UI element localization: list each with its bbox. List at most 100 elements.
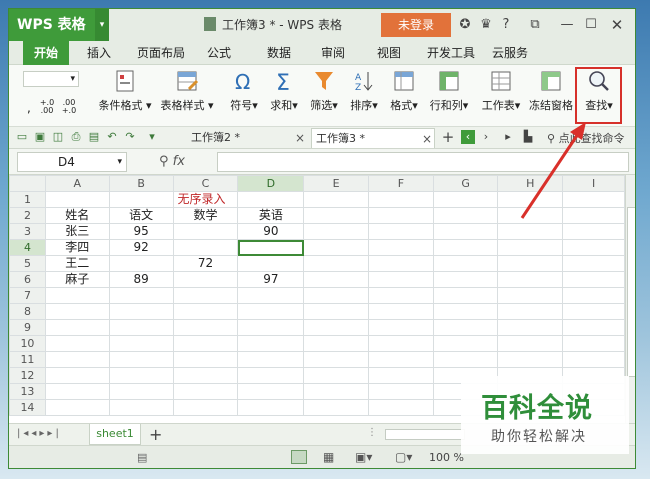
column-header-f[interactable]: F [367, 175, 434, 192]
cell-b7[interactable] [108, 287, 174, 304]
cell-b9[interactable] [108, 319, 174, 336]
name-box-dropdown-icon[interactable]: ▾ [117, 153, 122, 171]
skin-icon[interactable]: ✪ [457, 9, 473, 41]
cell-a12[interactable] [44, 367, 110, 384]
scroll-thumb[interactable] [627, 207, 635, 377]
thousands-separator-button[interactable]: , [27, 101, 31, 115]
row-header[interactable]: 12 [9, 367, 46, 384]
cell-f13[interactable] [367, 383, 434, 400]
page-break-view-icon[interactable]: ▣▾ [355, 450, 372, 464]
cell-f12[interactable] [367, 367, 434, 384]
cell-i7[interactable] [562, 287, 625, 304]
cell-e11[interactable] [303, 351, 369, 368]
cell-f2[interactable] [367, 207, 434, 224]
cell-d9[interactable] [237, 319, 305, 336]
cell-e9[interactable] [303, 319, 369, 336]
cell-c11[interactable] [172, 351, 239, 368]
cell-b13[interactable] [108, 383, 174, 400]
tab-next-icon[interactable]: › [479, 130, 493, 144]
close-tab-icon[interactable]: × [295, 128, 305, 148]
sum-button[interactable]: Σ 求和▾ [269, 69, 299, 123]
worksheet-button[interactable]: 工作表▾ [479, 69, 523, 123]
number-format-select[interactable]: ▾ [23, 71, 79, 87]
cell-a9[interactable] [44, 319, 110, 336]
print-icon[interactable]: ⎙ [69, 130, 83, 144]
cell-d3[interactable]: 90 [237, 223, 305, 240]
cell-e13[interactable] [303, 383, 369, 400]
cell-e4[interactable] [303, 239, 369, 256]
login-button[interactable]: 未登录 [381, 13, 451, 37]
cell-g11[interactable] [432, 351, 499, 368]
cell-a14[interactable] [44, 399, 110, 416]
new-icon[interactable]: ▭ [15, 130, 29, 144]
preview-icon[interactable]: ▤ [87, 130, 101, 144]
row-header[interactable]: 11 [9, 351, 46, 368]
cell-h10[interactable] [497, 335, 564, 352]
cell-d4[interactable] [237, 239, 305, 256]
cell-h5[interactable] [497, 255, 564, 272]
tab-prev-icon[interactable]: ‹ [461, 130, 475, 144]
cell-i2[interactable] [562, 207, 625, 224]
column-header-a[interactable]: A [44, 175, 110, 192]
cell-b11[interactable] [108, 351, 174, 368]
cell-e8[interactable] [303, 303, 369, 320]
help-button[interactable]: ? [499, 9, 513, 41]
cell-g4[interactable] [432, 239, 499, 256]
cell-i8[interactable] [562, 303, 625, 320]
pdf-icon[interactable]: ◫ [51, 130, 65, 144]
cell-a11[interactable] [44, 351, 110, 368]
conditional-format-button[interactable]: 条件格式 ▾ [97, 69, 153, 123]
row-header[interactable]: 3 [9, 223, 46, 240]
row-header[interactable]: 4 [9, 239, 46, 256]
row-header[interactable]: 8 [9, 303, 46, 320]
cell-g5[interactable] [432, 255, 499, 272]
cell-a13[interactable] [44, 383, 110, 400]
cell-f10[interactable] [367, 335, 434, 352]
normal-view-icon[interactable] [291, 450, 307, 464]
cell-b4[interactable]: 92 [108, 239, 174, 256]
cell-d8[interactable] [237, 303, 305, 320]
tab-insert[interactable]: 插入 [81, 41, 117, 65]
sheet-nav-icons[interactable]: |◂◂▸▸| [17, 428, 62, 439]
cell-h4[interactable] [497, 239, 564, 256]
cell-a5[interactable]: 王二 [44, 255, 110, 272]
app-dropdown-icon[interactable]: ▾ [95, 9, 109, 41]
format-button[interactable]: 格式▾ [389, 69, 419, 123]
cell-c1[interactable]: 无序录入 [172, 191, 239, 208]
cell-f11[interactable] [367, 351, 434, 368]
cell-g1[interactable] [432, 191, 499, 208]
cell-e14[interactable] [303, 399, 369, 416]
select-all-corner[interactable] [9, 175, 46, 192]
cell-e2[interactable] [303, 207, 369, 224]
column-header-c[interactable]: C [172, 175, 239, 192]
cell-g2[interactable] [432, 207, 499, 224]
cell-f8[interactable] [367, 303, 434, 320]
cell-f14[interactable] [367, 399, 434, 416]
row-header[interactable]: 5 [9, 255, 46, 272]
row-header[interactable]: 6 [9, 271, 46, 288]
doc-tab-book3[interactable]: 工作簿3 * × [311, 128, 435, 148]
table-style-button[interactable]: 表格样式 ▾ [159, 69, 215, 123]
tab-page-layout[interactable]: 页面布局 [133, 41, 189, 65]
cell-b6[interactable]: 89 [108, 271, 174, 288]
cell-i4[interactable] [562, 239, 625, 256]
page-layout-view-icon[interactable]: ▦ [323, 450, 334, 464]
sheet-split-icon[interactable]: ⋮ [367, 427, 377, 438]
cell-h7[interactable] [497, 287, 564, 304]
cell-h6[interactable] [497, 271, 564, 288]
cell-d1[interactable] [237, 191, 305, 208]
cell-b3[interactable]: 95 [108, 223, 174, 240]
cell-f5[interactable] [367, 255, 434, 272]
macro-icon[interactable]: ▤ [137, 451, 147, 464]
sheet-tab-sheet1[interactable]: sheet1 [89, 424, 141, 445]
cell-d6[interactable]: 97 [237, 271, 305, 288]
sort-button[interactable]: AZ 排序▾ [349, 69, 379, 123]
row-header[interactable]: 1 [9, 191, 46, 208]
cell-g6[interactable] [432, 271, 499, 288]
cell-b10[interactable] [108, 335, 174, 352]
freeze-panes-button[interactable]: 冻结窗格 [529, 69, 573, 123]
row-header[interactable]: 10 [9, 335, 46, 352]
cell-c6[interactable] [172, 271, 239, 288]
cell-c14[interactable] [172, 399, 239, 416]
tab-list-icon[interactable]: ▸ [501, 130, 515, 144]
